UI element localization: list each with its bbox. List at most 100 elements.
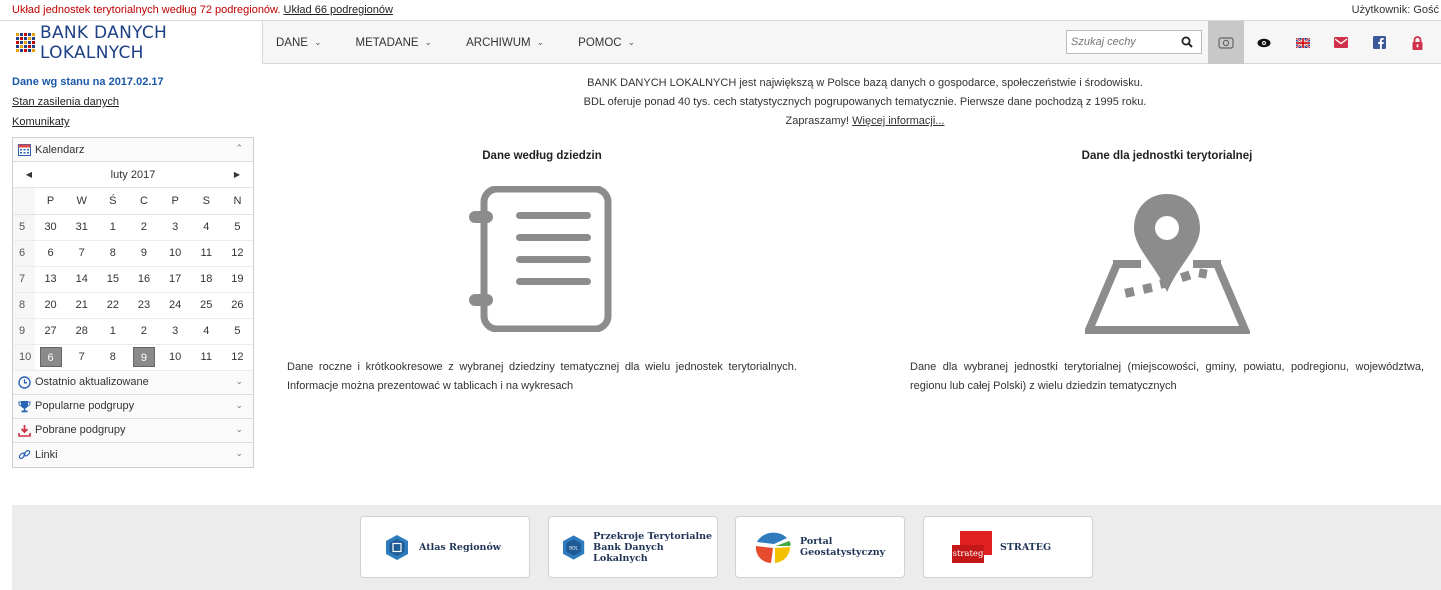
calendar-day[interactable]: 3 bbox=[159, 318, 191, 345]
more-info-link[interactable]: Więcej informacji... bbox=[852, 115, 944, 127]
calendar-day[interactable]: 20 bbox=[35, 292, 67, 319]
section-label: Linki bbox=[35, 448, 58, 461]
calendar-day-label: 5 bbox=[234, 325, 241, 337]
domains-description: Dane roczne i krótkookresowe z wybranej … bbox=[287, 361, 797, 392]
przekroje-terytorialne-link[interactable]: BDL Przekroje Terytorialne Bank Danych L… bbox=[548, 516, 718, 578]
calendar-panel-header[interactable]: Kalendarz ⌃ bbox=[13, 138, 253, 162]
language-en-button[interactable] bbox=[1285, 21, 1321, 64]
prev-month-icon[interactable]: ◀ bbox=[23, 170, 35, 179]
weekday-label: Ś bbox=[97, 188, 129, 215]
calendar-day[interactable]: 23 bbox=[128, 292, 160, 319]
map-pin-icon[interactable] bbox=[1085, 190, 1250, 334]
domains-title[interactable]: Dane według dziedzin bbox=[287, 150, 797, 162]
facebook-button[interactable] bbox=[1361, 21, 1397, 64]
mail-icon bbox=[1334, 37, 1348, 48]
calendar-day[interactable]: 22 bbox=[97, 292, 129, 319]
calendar-day[interactable]: 16 bbox=[128, 266, 160, 293]
strateg-link[interactable]: strateg STRATEG bbox=[923, 516, 1093, 578]
section-header-clock[interactable]: Ostatnio aktualizowane ⌄ bbox=[13, 370, 253, 395]
weekday-label: P bbox=[159, 188, 191, 215]
menu-label: POMOC bbox=[578, 36, 622, 49]
chevron-down-icon: ⌄ bbox=[424, 37, 433, 47]
portal-geostatystyczny-link[interactable]: Portal Geostatystyczny bbox=[735, 516, 905, 578]
menu-pomoc[interactable]: POMOC ⌄ bbox=[578, 37, 635, 49]
calendar-day[interactable]: 2 bbox=[128, 214, 160, 241]
calendar-day[interactable]: 1 bbox=[97, 214, 129, 241]
top-info-bar: Układ jednostek terytorialnych według 72… bbox=[0, 0, 1441, 20]
calendar-day-label: 20 bbox=[44, 299, 57, 311]
calendar-day[interactable]: 7 bbox=[66, 240, 98, 267]
section-header-link[interactable]: Linki ⌄ bbox=[13, 442, 253, 467]
calendar-day[interactable]: 7 bbox=[66, 344, 98, 371]
calendar-day[interactable]: 14 bbox=[66, 266, 98, 293]
eye-outline-icon bbox=[1218, 36, 1234, 49]
alt-layout-link[interactable]: Układ 66 podregionów bbox=[284, 4, 393, 16]
calendar-day[interactable]: 4 bbox=[190, 214, 222, 241]
calendar-day[interactable]: 28 bbox=[66, 318, 98, 345]
bdl-logo[interactable]: BANK DANYCH LOKALNYCH bbox=[0, 21, 263, 64]
weekday-label: N bbox=[221, 188, 253, 215]
calendar-day-label: 7 bbox=[78, 247, 85, 259]
notebook-icon[interactable] bbox=[469, 186, 613, 332]
calendar-day[interactable]: 1 bbox=[97, 318, 129, 345]
calendar-day-label: 28 bbox=[75, 325, 88, 337]
calendar-day[interactable]: 27 bbox=[35, 318, 67, 345]
calendar-day[interactable]: 30 bbox=[35, 214, 67, 241]
menu-metadane[interactable]: METADANE ⌄ bbox=[356, 37, 433, 49]
calendar-day[interactable]: 10 bbox=[159, 344, 191, 371]
calendar-day[interactable]: 6 bbox=[35, 344, 67, 371]
search-button[interactable] bbox=[1175, 31, 1199, 53]
calendar-day[interactable]: 2 bbox=[128, 318, 160, 345]
next-month-icon[interactable]: ▶ bbox=[231, 170, 243, 179]
calendar-day-label: 9 bbox=[140, 247, 148, 259]
weekday-label: W bbox=[66, 188, 98, 215]
territorial-unit-title[interactable]: Dane dla jednostki terytorialnej bbox=[910, 150, 1424, 162]
atlas-regionow-link[interactable]: Atlas Regionów bbox=[360, 516, 530, 578]
visibility-button[interactable] bbox=[1246, 21, 1282, 64]
section-header-download[interactable]: Pobrane podgrupy ⌄ bbox=[13, 418, 253, 443]
calendar-day[interactable]: 13 bbox=[35, 266, 67, 293]
calendar-day[interactable]: 15 bbox=[97, 266, 129, 293]
calendar-day-label: 13 bbox=[44, 273, 57, 285]
calendar-day[interactable]: 6 bbox=[35, 240, 67, 267]
calendar-day[interactable]: 3 bbox=[159, 214, 191, 241]
contact-mail-button[interactable] bbox=[1323, 21, 1359, 64]
calendar-day[interactable]: 24 bbox=[159, 292, 191, 319]
calendar-day-label: 2 bbox=[140, 221, 148, 233]
calendar-day[interactable]: 5 bbox=[221, 318, 253, 345]
login-button[interactable] bbox=[1399, 21, 1435, 64]
calendar-day[interactable]: 11 bbox=[190, 344, 222, 371]
calendar-day[interactable]: 9 bbox=[128, 240, 160, 267]
calendar-day[interactable]: 18 bbox=[190, 266, 222, 293]
calendar-day[interactable]: 12 bbox=[221, 344, 253, 371]
calendar-week-row: 8 20 21 22 23 24 25 26 bbox=[13, 292, 253, 319]
data-supply-status-link[interactable]: Stan zasilenia danych bbox=[12, 96, 119, 108]
calendar-day[interactable]: 8 bbox=[97, 240, 129, 267]
calendar-day[interactable]: 26 bbox=[221, 292, 253, 319]
calendar-day[interactable]: 11 bbox=[190, 240, 222, 267]
calendar-day[interactable]: 10 bbox=[159, 240, 191, 267]
calendar-day-label: 25 bbox=[200, 299, 213, 311]
calendar-day[interactable]: 31 bbox=[66, 214, 98, 241]
calendar-day[interactable]: 19 bbox=[221, 266, 253, 293]
intro-text: BANK DANYCH LOKALNYCH jest największą w … bbox=[290, 74, 1440, 131]
calendar-day[interactable]: 8 bbox=[97, 344, 129, 371]
calendar-day[interactable]: 4 bbox=[190, 318, 222, 345]
contrast-view-button[interactable] bbox=[1208, 21, 1244, 64]
calendar-day[interactable]: 25 bbox=[190, 292, 222, 319]
bdl-logo-icon bbox=[16, 32, 35, 53]
calendar-day-label: 4 bbox=[203, 325, 210, 337]
messages-link[interactable]: Komunikaty bbox=[12, 116, 69, 128]
calendar-week-row: 9 27 28 1 2 3 4 5 bbox=[13, 318, 253, 345]
menu-dane[interactable]: DANE ⌄ bbox=[276, 37, 322, 49]
calendar-day[interactable]: 21 bbox=[66, 292, 98, 319]
calendar-day[interactable]: 12 bbox=[221, 240, 253, 267]
weekday-label: S bbox=[190, 188, 222, 215]
calendar-day[interactable]: 9 bbox=[128, 344, 160, 371]
search-input[interactable] bbox=[1067, 36, 1175, 48]
menu-archiwum[interactable]: ARCHIWUM ⌄ bbox=[466, 37, 544, 49]
calendar-day-label: 8 bbox=[109, 247, 116, 259]
calendar-day[interactable]: 5 bbox=[221, 214, 253, 241]
calendar-day[interactable]: 17 bbox=[159, 266, 191, 293]
section-header-trophy[interactable]: Popularne podgrupy ⌄ bbox=[13, 394, 253, 419]
